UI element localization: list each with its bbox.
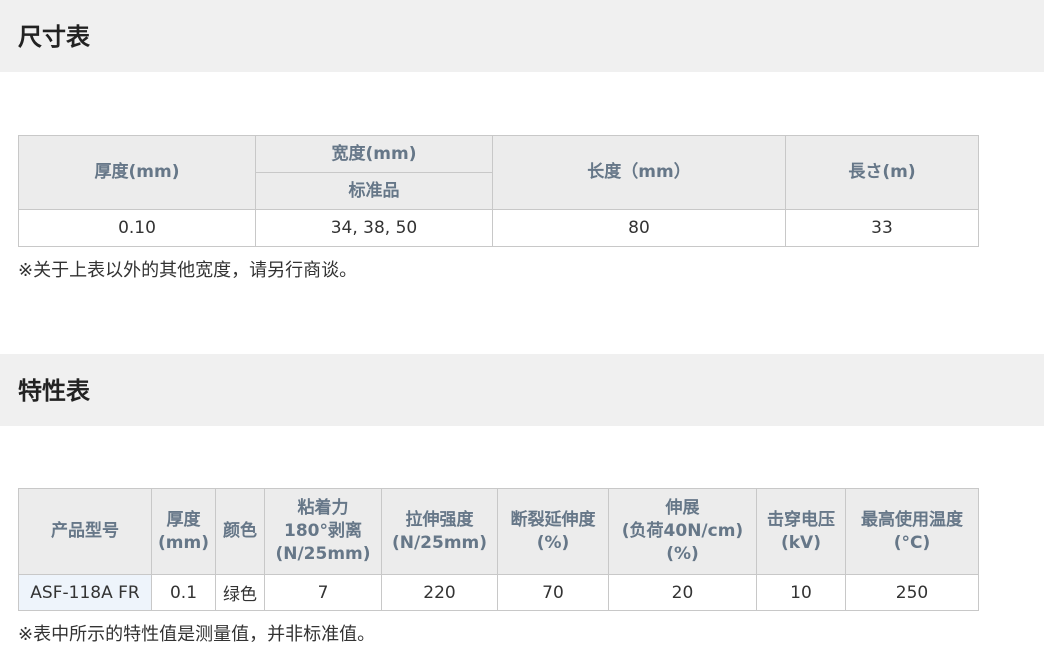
header-thickness-line1: 厚度 [166, 509, 201, 530]
header-stretch: 伸展 (负荷40N/cm) (%) [608, 488, 757, 575]
header-elongation-line1: 断裂延伸度 [510, 509, 596, 530]
header-tensile-line2: (N/25mm) [391, 532, 488, 553]
property-section-header: 特性表 [0, 354, 1044, 426]
header-adhesion-line3: (N/25mm) [275, 544, 371, 564]
cell-elongation: 70 [497, 574, 609, 611]
cell-breakdown: 10 [756, 574, 846, 611]
header-thickness-line2: (mm) [158, 532, 209, 553]
table-row: 0.10 34, 38, 50 80 33 [18, 209, 979, 247]
header-width-standard: 标准品 [255, 172, 493, 210]
header-adhesion-line2: 180°剥离 [284, 521, 362, 541]
cell-tensile: 220 [381, 574, 498, 611]
cell-color: 绿色 [215, 574, 265, 611]
header-width: 宽度(mm) [255, 135, 493, 173]
header-maxtemp: 最高使用温度 (°C) [845, 488, 979, 575]
header-color: 颜色 [215, 488, 265, 575]
header-stretch-line1: 伸展 [665, 498, 700, 518]
property-table-header-row: 产品型号 厚度 (mm) 颜色 粘着力 180°剥离 (N/25mm) 拉伸强度… [18, 488, 979, 575]
header-length: 长度（mm） [492, 135, 786, 210]
header-maxtemp-line2: (°C) [893, 532, 931, 553]
header-adhesion: 粘着力 180°剥离 (N/25mm) [264, 488, 382, 575]
size-table: 厚度(mm) 宽度(mm) 长度（mm） 長さ(m) 标准品 0.10 34, … [18, 135, 979, 247]
property-table: 产品型号 厚度 (mm) 颜色 粘着力 180°剥离 (N/25mm) 拉伸强度… [18, 488, 979, 611]
header-length-m: 長さ(m) [785, 135, 979, 210]
header-breakdown: 击穿电压 (kV) [756, 488, 846, 575]
header-color-label: 颜色 [223, 521, 257, 541]
header-elongation: 断裂延伸度 (%) [497, 488, 609, 575]
size-table-header-row: 厚度(mm) 宽度(mm) 长度（mm） 長さ(m) [18, 135, 979, 210]
header-breakdown-line2: (kV) [780, 532, 821, 553]
cell-length-m: 33 [785, 209, 979, 247]
cell-maxtemp: 250 [845, 574, 979, 611]
header-breakdown-line1: 击穿电压 [767, 509, 835, 530]
header-elongation-line2: (%) [536, 532, 570, 553]
header-adhesion-line1: 粘着力 [297, 498, 349, 518]
cell-stretch: 20 [608, 574, 757, 611]
cell-width: 34, 38, 50 [255, 209, 493, 247]
property-note: ※表中所示的特性值是测量值，并非标准值。 [18, 624, 376, 645]
header-tensile: 拉伸强度 (N/25mm) [381, 488, 498, 575]
table-row: ASF-118A FR 0.1 绿色 7 220 70 20 10 250 [18, 574, 979, 611]
size-note: ※关于上表以外的其他宽度，请另行商谈。 [18, 260, 358, 281]
header-tensile-line1: 拉伸强度 [405, 509, 474, 530]
cell-length: 80 [492, 209, 786, 247]
header-model: 产品型号 [18, 488, 152, 575]
property-section-title: 特性表 [18, 377, 90, 405]
header-stretch-line3: (%) [666, 544, 699, 564]
size-section-title: 尺寸表 [18, 23, 90, 51]
header-thickness: 厚度 (mm) [151, 488, 216, 575]
size-section-header: 尺寸表 [0, 0, 1044, 72]
header-maxtemp-line1: 最高使用温度 [861, 509, 963, 530]
header-stretch-line2: (负荷40N/cm) [621, 521, 744, 541]
header-thickness: 厚度(mm) [18, 135, 256, 210]
cell-adhesion: 7 [264, 574, 382, 611]
cell-model: ASF-118A FR [18, 574, 152, 611]
cell-thickness: 0.1 [151, 574, 216, 611]
cell-thickness: 0.10 [18, 209, 256, 247]
header-model-label: 产品型号 [51, 521, 119, 541]
